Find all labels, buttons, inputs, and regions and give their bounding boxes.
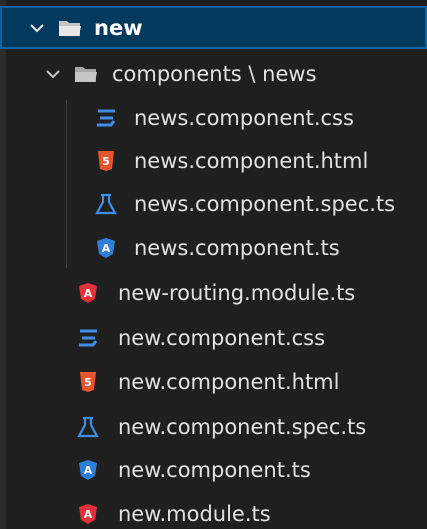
folder-new[interactable]: new (0, 6, 427, 49)
file-item[interactable]: 5 new.component.html (0, 360, 427, 403)
folder-open-icon (58, 16, 82, 40)
test-flask-icon (76, 415, 100, 439)
svg-text:A: A (84, 508, 93, 521)
file-item[interactable]: new.component.css (0, 316, 427, 359)
file-explorer-tree: new components \ news news.component.css… (0, 0, 427, 529)
file-item[interactable]: news.component.spec.ts (0, 182, 427, 225)
angular-component-icon: A (94, 236, 118, 260)
folder-label: new (94, 15, 143, 40)
folder-open-icon (74, 62, 98, 86)
file-label: news.component.spec.ts (134, 191, 396, 216)
angular-module-icon: A (76, 281, 100, 305)
file-label: new.component.ts (118, 457, 311, 482)
file-item[interactable]: A news.component.ts (0, 226, 427, 269)
angular-component-icon: A (76, 458, 100, 482)
file-label: news.component.html (134, 148, 369, 173)
svg-text:A: A (102, 242, 111, 255)
angular-module-icon: A (76, 502, 100, 526)
file-item[interactable]: news.component.css (0, 96, 427, 139)
file-label: news.component.css (134, 105, 354, 130)
file-label: new.component.spec.ts (118, 414, 367, 439)
file-item[interactable]: new.component.spec.ts (0, 405, 427, 448)
folder-label: components \ news (112, 61, 317, 86)
html-file-icon: 5 (94, 149, 118, 173)
file-label: new.module.ts (118, 501, 271, 526)
file-item[interactable]: 5 news.component.html (0, 139, 427, 182)
chevron-down-icon[interactable] (44, 65, 62, 83)
file-item[interactable]: A new.module.ts (0, 492, 427, 529)
svg-text:5: 5 (102, 155, 110, 168)
file-label: new.component.html (118, 369, 340, 394)
svg-text:5: 5 (84, 376, 92, 389)
file-label: new.component.css (118, 325, 326, 350)
file-label: new-routing.module.ts (118, 280, 356, 305)
file-label: news.component.ts (134, 235, 340, 260)
folder-components-news[interactable]: components \ news (0, 52, 427, 95)
chevron-down-icon[interactable] (28, 19, 46, 37)
html-file-icon: 5 (76, 370, 100, 394)
test-flask-icon (94, 192, 118, 216)
file-item[interactable]: A new-routing.module.ts (0, 271, 427, 314)
svg-text:A: A (84, 287, 93, 300)
svg-text:A: A (84, 464, 93, 477)
file-item[interactable]: A new.component.ts (0, 448, 427, 491)
css-file-icon (76, 326, 100, 350)
css-file-icon (94, 106, 118, 130)
